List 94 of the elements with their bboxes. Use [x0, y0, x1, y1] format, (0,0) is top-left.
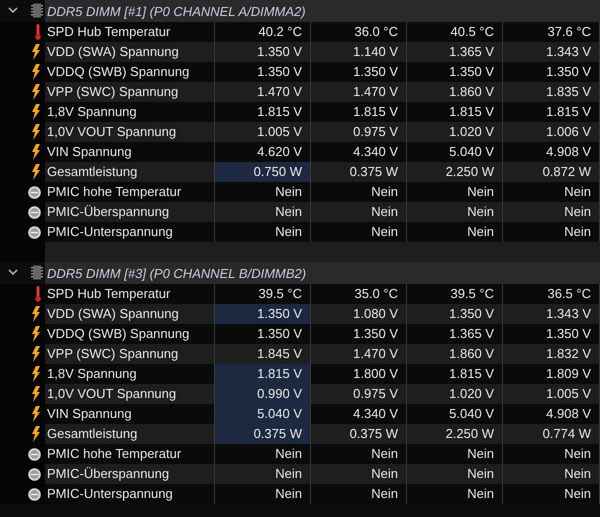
- sensor-name[interactable]: VIN Spannung: [45, 142, 215, 162]
- value-cell: 0.975 V: [311, 122, 407, 142]
- value-cell: 1.343 V: [503, 304, 600, 324]
- sensor-name[interactable]: Gesamtleistung: [45, 162, 215, 182]
- lightning-bolt-icon: [31, 346, 41, 362]
- thermometer-icon: [35, 24, 41, 40]
- value-cell: 1.350 V: [407, 304, 503, 324]
- sensor-name[interactable]: VDD (SWA) Spannung: [45, 304, 215, 324]
- section-header[interactable]: DDR5 DIMM [#1] (P0 CHANNEL A/DIMMA2): [45, 0, 600, 22]
- value-cell: 1.860 V: [407, 344, 503, 364]
- value-cell: 1.860 V: [407, 82, 503, 102]
- value-cell: 0.375 W: [311, 162, 407, 182]
- lightning-bolt-icon: [31, 144, 41, 160]
- value-cell: Nein: [311, 464, 407, 484]
- thermometer-icon: [35, 286, 41, 302]
- gauge-icon: [28, 206, 41, 218]
- value-cell: 2.250 W: [407, 424, 503, 444]
- value-cell: 0.750 W: [215, 162, 311, 182]
- gauge-icon: [28, 488, 41, 500]
- sensor-name[interactable]: VIN Spannung: [45, 404, 215, 424]
- sensor-name[interactable]: VDDQ (SWB) Spannung: [45, 324, 215, 344]
- sensor-name[interactable]: SPD Hub Temperatur: [45, 22, 215, 42]
- value-cell: 1.350 V: [215, 304, 311, 324]
- value-cell: 1.470 V: [311, 82, 407, 102]
- value-cell: 1.020 V: [407, 122, 503, 142]
- sensor-name[interactable]: VDDQ (SWB) Spannung: [45, 62, 215, 82]
- sensor-name[interactable]: 1,0V VOUT Spannung: [45, 384, 215, 404]
- lightning-bolt-icon: [31, 406, 41, 422]
- value-cell: Nein: [215, 202, 311, 222]
- lightning-bolt-icon: [31, 164, 41, 180]
- value-cell: 1.005 V: [503, 384, 600, 404]
- value-cell: Nein: [503, 464, 600, 484]
- value-cell: 0.774 W: [503, 424, 600, 444]
- memory-chip-icon: [31, 2, 43, 18]
- lightning-bolt-icon: [31, 366, 41, 382]
- gauge-icon: [28, 186, 41, 198]
- value-cell: 5.040 V: [215, 404, 311, 424]
- lightning-bolt-icon: [31, 84, 41, 100]
- value-cell: 1.080 V: [311, 304, 407, 324]
- value-cell: 1.005 V: [215, 122, 311, 142]
- value-cell: Nein: [503, 202, 600, 222]
- value-cell: 0.872 W: [503, 162, 600, 182]
- value-cell: 1.020 V: [407, 384, 503, 404]
- value-cell: 1.350 V: [215, 42, 311, 62]
- value-cell: 1.845 V: [215, 344, 311, 364]
- sensor-name[interactable]: PMIC hohe Temperatur: [45, 182, 215, 202]
- value-cell: 0.990 V: [215, 384, 311, 404]
- sensor-name[interactable]: VPP (SWC) Spannung: [45, 82, 215, 102]
- value-cell: 1.835 V: [503, 82, 600, 102]
- value-cell: 0.375 W: [311, 424, 407, 444]
- lightning-bolt-icon: [31, 326, 41, 342]
- sensor-name[interactable]: VPP (SWC) Spannung: [45, 344, 215, 364]
- chevron-icon[interactable]: [8, 268, 18, 276]
- value-cell: Nein: [311, 202, 407, 222]
- chevron-icon[interactable]: [8, 6, 18, 14]
- value-cell: 2.250 W: [407, 162, 503, 182]
- value-cell: Nein: [407, 464, 503, 484]
- value-cell: 1.365 V: [407, 42, 503, 62]
- sensor-name[interactable]: SPD Hub Temperatur: [45, 284, 215, 304]
- value-cell: 1.140 V: [311, 42, 407, 62]
- value-cell: 1.815 V: [215, 364, 311, 384]
- lightning-bolt-icon: [31, 124, 41, 140]
- value-cell: 1.470 V: [215, 82, 311, 102]
- section-title: DDR5 DIMM [#3] (P0 CHANNEL B/DIMMB2): [47, 266, 306, 280]
- gauge-icon: [28, 226, 41, 238]
- lightning-bolt-icon: [31, 306, 41, 322]
- lightning-bolt-icon: [31, 426, 41, 442]
- sensor-name[interactable]: 1,0V VOUT Spannung: [45, 122, 215, 142]
- memory-chip-icon: [31, 264, 43, 280]
- value-cell: 1.470 V: [311, 344, 407, 364]
- gauge-icon: [28, 448, 41, 460]
- sensor-name[interactable]: VDD (SWA) Spannung: [45, 42, 215, 62]
- lightning-bolt-icon: [31, 64, 41, 80]
- sensor-name[interactable]: PMIC-Unterspannung: [45, 484, 215, 504]
- value-cell: 1.832 V: [503, 344, 600, 364]
- lightning-bolt-icon: [31, 386, 41, 402]
- value-cell: Nein: [215, 464, 311, 484]
- sensor-name[interactable]: 1,8V Spannung: [45, 102, 215, 122]
- gauge-icon: [28, 468, 41, 480]
- sensor-name[interactable]: PMIC hohe Temperatur: [45, 444, 215, 464]
- value-cell: 1.343 V: [503, 42, 600, 62]
- sensor-name[interactable]: PMIC-Überspannung: [45, 464, 215, 484]
- value-cell: 0.975 V: [311, 384, 407, 404]
- sensor-name[interactable]: 1,8V Spannung: [45, 364, 215, 384]
- value-cell: Nein: [407, 202, 503, 222]
- value-cell: 0.375 W: [215, 424, 311, 444]
- lightning-bolt-icon: [31, 104, 41, 120]
- section-title: DDR5 DIMM [#1] (P0 CHANNEL A/DIMMA2): [47, 4, 306, 18]
- value-cell: 1.006 V: [503, 122, 600, 142]
- sensor-name[interactable]: Gesamtleistung: [45, 424, 215, 444]
- sensor-name[interactable]: PMIC-Überspannung: [45, 202, 215, 222]
- sensor-name[interactable]: PMIC-Unterspannung: [45, 222, 215, 242]
- lightning-bolt-icon: [31, 44, 41, 60]
- section-header[interactable]: DDR5 DIMM [#3] (P0 CHANNEL B/DIMMB2): [45, 262, 600, 284]
